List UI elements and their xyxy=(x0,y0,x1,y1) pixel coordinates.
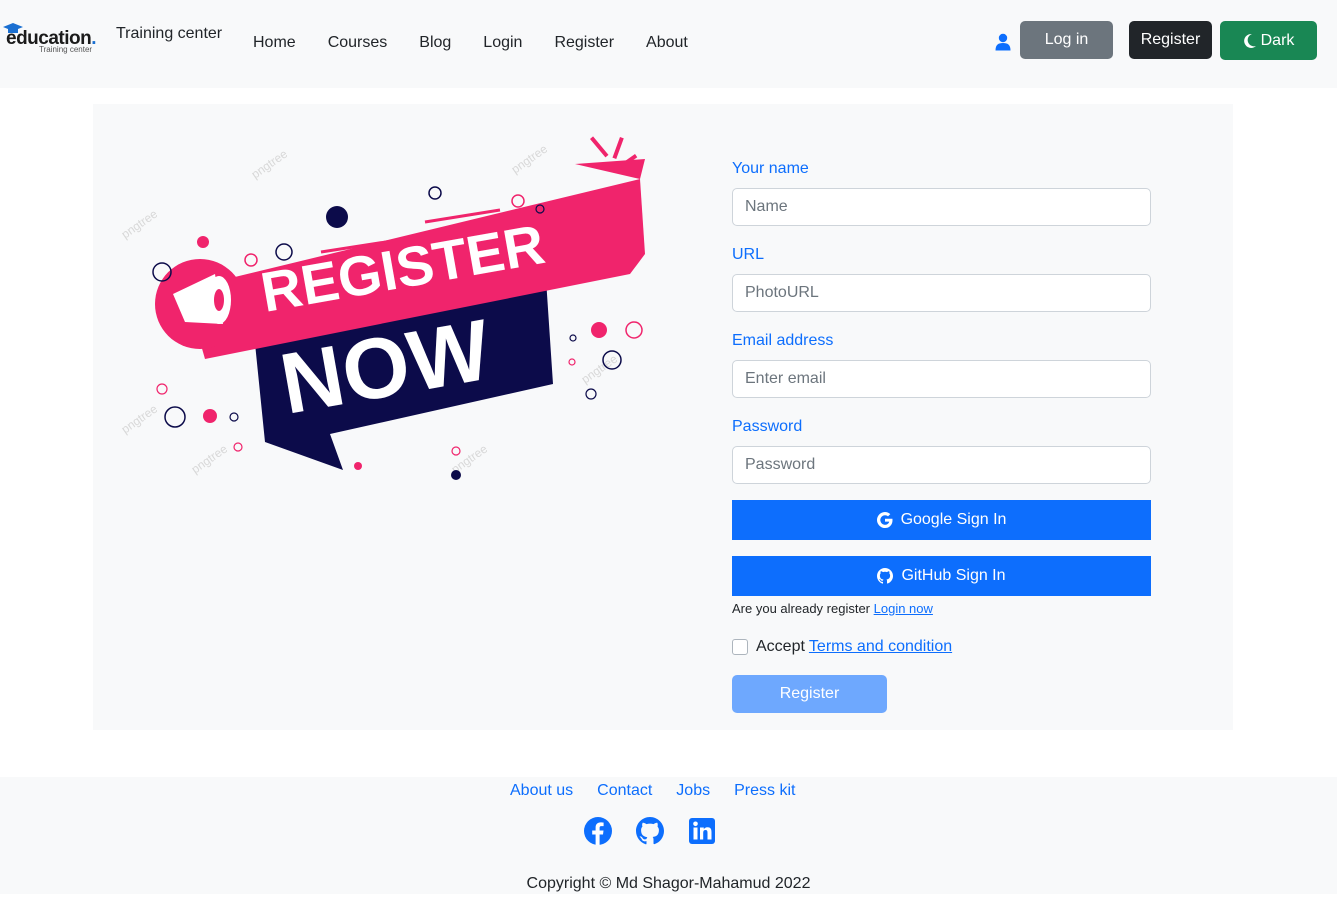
footer-link-contact[interactable]: Contact xyxy=(597,782,652,800)
dark-mode-label: Dark xyxy=(1260,31,1295,49)
footer-links: About us Contact Jobs Press kit xyxy=(510,782,819,800)
photo-url-input[interactable] xyxy=(732,274,1151,312)
register-button[interactable]: Register xyxy=(1129,21,1212,59)
svg-text:pngtree: pngtree xyxy=(119,206,161,241)
name-label: Your name xyxy=(732,160,809,177)
moon-icon xyxy=(1243,33,1256,48)
accept-label: Accept xyxy=(756,638,805,655)
github-icon xyxy=(877,568,894,584)
register-form: Your name URL Email address Password Goo… xyxy=(732,160,1151,713)
svg-text:pngtree: pngtree xyxy=(189,441,231,476)
footer-link-jobs[interactable]: Jobs xyxy=(676,782,710,800)
footer-link-about[interactable]: About us xyxy=(510,782,573,800)
dark-mode-button[interactable]: Dark xyxy=(1220,21,1317,60)
github-icon[interactable] xyxy=(636,817,664,845)
user-icon[interactable] xyxy=(995,33,1011,51)
svg-text:pngtree: pngtree xyxy=(509,141,551,176)
url-label: URL xyxy=(732,246,765,263)
login-button[interactable]: Log in xyxy=(1020,21,1113,59)
nav-link-login[interactable]: Login xyxy=(483,34,522,52)
accept-terms-checkbox[interactable] xyxy=(732,639,748,655)
register-submit-button[interactable]: Register xyxy=(732,675,887,713)
footer-link-press-kit[interactable]: Press kit xyxy=(734,782,795,800)
register-now-illustration: pngtree pngtree pngtree pngtree pngtree … xyxy=(119,136,645,480)
github-sign-in-label: GitHub Sign In xyxy=(901,567,1006,584)
footer: About us Contact Jobs Press kit Copyrigh… xyxy=(0,777,1337,894)
google-sign-in-label: Google Sign In xyxy=(900,511,1007,528)
copyright-text: Copyright © Md Shagor-Mahamud 2022 xyxy=(526,875,811,892)
already-registered-text: Are you already register Login now xyxy=(732,601,933,616)
name-input[interactable] xyxy=(732,188,1151,226)
facebook-icon[interactable] xyxy=(584,817,612,845)
brand-logo[interactable]: education. Training center xyxy=(2,22,102,58)
nav-link-blog[interactable]: Blog xyxy=(419,34,451,52)
login-now-link[interactable]: Login now xyxy=(874,601,933,616)
logo-subtext: Training center xyxy=(39,45,93,54)
password-input[interactable] xyxy=(732,446,1151,484)
nav-links: Home Courses Blog Login Register About xyxy=(253,34,720,52)
register-card: pngtree pngtree pngtree pngtree pngtree … xyxy=(93,104,1233,730)
nav-link-register[interactable]: Register xyxy=(554,34,614,52)
google-icon xyxy=(876,512,893,528)
github-sign-in-button[interactable]: GitHub Sign In xyxy=(732,556,1151,596)
accept-terms-row: Accept Terms and condition xyxy=(732,638,1151,656)
google-sign-in-button[interactable]: Google Sign In xyxy=(732,500,1151,540)
nav-link-courses[interactable]: Courses xyxy=(328,34,388,52)
linkedin-icon[interactable] xyxy=(688,817,716,845)
email-input[interactable] xyxy=(732,360,1151,398)
email-label: Email address xyxy=(732,332,834,349)
nav-link-home[interactable]: Home xyxy=(253,34,296,52)
brand-text: Training center xyxy=(116,25,223,42)
password-label: Password xyxy=(732,418,803,435)
social-links xyxy=(584,817,716,845)
svg-text:pngtree: pngtree xyxy=(249,146,291,181)
nav-link-about[interactable]: About xyxy=(646,34,688,52)
svg-text:pngtree: pngtree xyxy=(119,401,161,436)
navbar: education. Training center Training cent… xyxy=(0,0,1337,88)
terms-link[interactable]: Terms and condition xyxy=(809,638,952,656)
